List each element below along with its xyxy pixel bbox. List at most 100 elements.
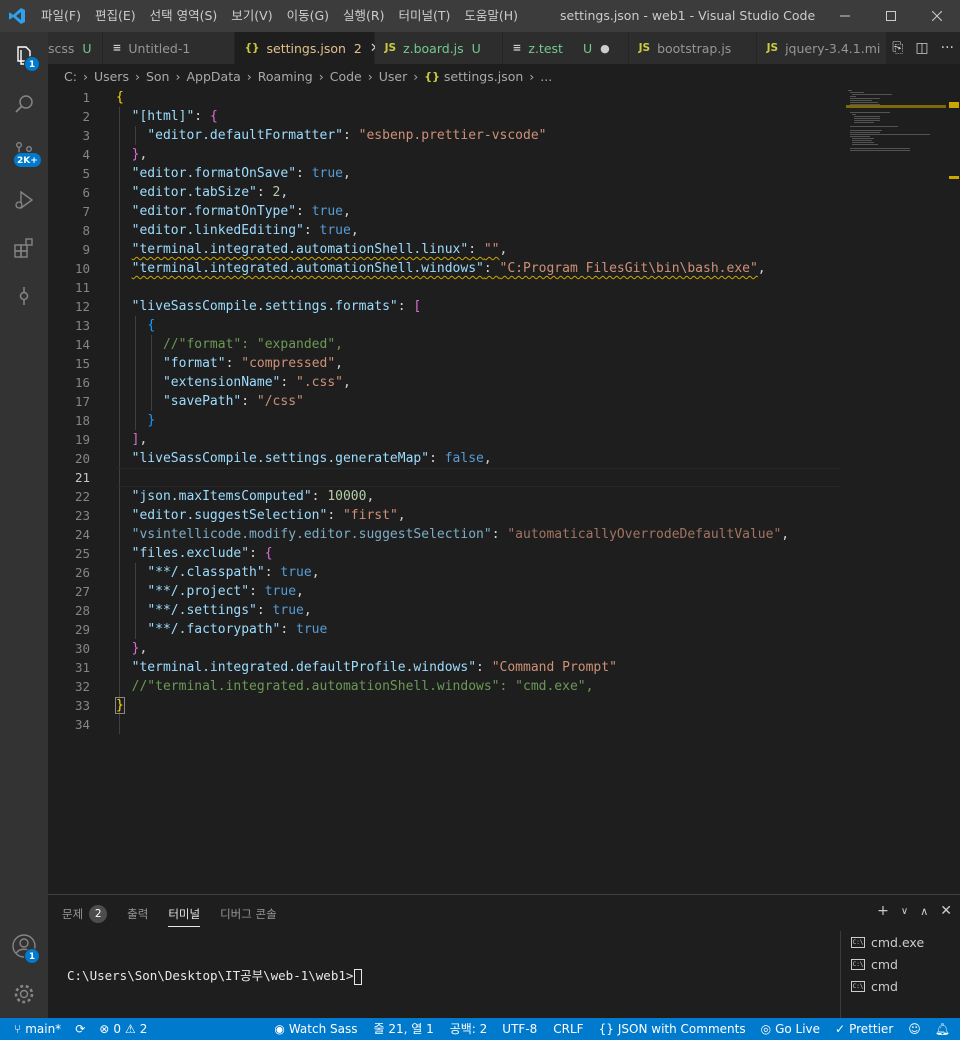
menu-go[interactable]: 이동(G) [280,0,336,32]
breadcrumb-item[interactable]: Users [94,69,129,84]
tab-problems[interactable]: 문제 2 [62,895,108,933]
tab-bootstrap-js[interactable]: JS bootstrap.js [628,32,757,64]
minimize-icon[interactable] [822,0,868,32]
menu-help[interactable]: 도움말(H) [457,0,525,32]
git-graph-icon[interactable] [0,272,48,320]
new-terminal-plus-icon[interactable]: + [877,903,889,921]
code-line: ], [131,432,148,447]
menu-terminal[interactable]: 터미널(T) [392,0,458,32]
menu-edit[interactable]: 편집(E) [88,0,143,32]
tab-z-test[interactable]: ≡ z.test U ● [502,32,629,64]
line-number: 18 [74,413,90,428]
warning-count: 2 [139,1022,148,1036]
tab-label: Untitled-1 [128,40,191,56]
menu-run[interactable]: 실행(R) [336,0,391,32]
explorer-icon[interactable]: 1 [0,32,48,80]
terminal-item[interactable]: C:\ cmd [841,975,960,997]
tab-scss[interactable]: scss U [48,32,103,64]
breadcrumb-item[interactable]: User [379,69,408,84]
minimap[interactable] [846,88,946,158]
breadcrumb-item[interactable]: Code [330,69,362,84]
breadcrumb-file[interactable]: settings.json [444,69,523,84]
tab-z-board-js[interactable]: JS z.board.js U [374,32,503,64]
manage-gear-icon[interactable] [0,970,48,1018]
language-mode[interactable]: {} JSON with Comments [592,1018,753,1040]
tab-output[interactable]: 출력 [127,895,148,933]
line-number: 15 [74,356,90,371]
terminal-name: cmd.exe [871,934,925,950]
line-number: 11 [74,280,90,295]
encoding[interactable]: UTF-8 [494,1018,545,1040]
close-window-icon[interactable] [914,0,960,32]
more-actions-icon[interactable]: ··· [941,40,954,56]
code-line: } [115,697,125,714]
menu-file[interactable]: 파일(F) [34,0,88,32]
cursor-position[interactable]: 줄 21, 열 1 [364,1018,442,1040]
code-line: "terminal.integrated.automationShell.win… [131,261,766,276]
tab-label: bootstrap.js [657,40,732,56]
tab-label: scss [48,40,75,56]
title-bar: 파일(F) 편집(E) 선택 영역(S) 보기(V) 이동(G) 실행(R) 터… [0,0,960,32]
tab-jquery[interactable]: JS jquery-3.4.1.mi [756,32,897,64]
chevron-right-icon: › [529,68,535,84]
search-icon[interactable] [0,80,48,128]
language-label: JSON with Comments [617,1022,746,1036]
sync-icon[interactable]: ⟳ [68,1018,92,1040]
code-editor[interactable]: 1 2 3 4 5 6 7 8 9 10 11 12 13 14 15 16 17 18 19 20 21 22 23 24 2… [48,88,960,894]
line-number: 23 [74,508,90,523]
feedback-icon[interactable]: ☺ [900,1018,929,1040]
prettier-status[interactable]: ✓ Prettier [828,1018,900,1040]
breadcrumb-item[interactable]: AppData [186,69,240,84]
indentation[interactable]: 공백: 2 [443,1018,495,1040]
source-control-icon[interactable]: 2K+ [0,128,48,176]
terminal-item[interactable]: C:\ cmd.exe [841,931,960,953]
code-line: "liveSassCompile.settings.formats": [ [131,299,422,314]
terminal-output[interactable]: C:\Users\Son\Desktop\IT공부\web-1\web1> [67,965,363,985]
breadcrumb-item[interactable]: Son [146,69,170,84]
terminal-item[interactable]: C:\ cmd [841,953,960,975]
tab-untitled-1[interactable]: ≡ Untitled-1 [102,32,235,64]
breadcrumb: C: › Users › Son › AppData › Roaming › Code › … [48,64,960,88]
tab-terminal[interactable]: 터미널 [168,895,200,933]
breadcrumb-more[interactable]: ... [540,69,552,84]
maximize-panel-chevron-up-icon[interactable]: ∧ [920,903,928,921]
tab-debug-console[interactable]: 디버그 콘솔 [220,895,277,933]
menu-view[interactable]: 보기(V) [224,0,279,32]
code-line: "editor.formatOnSave": true, [131,166,351,181]
unsaved-dot-icon[interactable]: ● [600,42,610,55]
open-settings-json-icon[interactable]: ⎘ [892,40,903,56]
terminal-prompt: C:\Users\Son\Desktop\IT공부\web-1\web1> [67,968,354,983]
close-panel-icon[interactable]: ✕ [940,903,952,921]
split-editor-icon[interactable]: ◫ [915,40,928,56]
notifications-bell-icon[interactable]: 🔔︎ [929,1018,960,1040]
branch-status[interactable]: ⑂ main* [0,1018,68,1040]
terminal-list: C:\ cmd.exe C:\ cmd C:\ cmd [840,931,960,1019]
code-line: "editor.formatOnType": true, [131,204,351,219]
problems-status[interactable]: ⊗ 0 ⚠ 2 [92,1018,154,1040]
end-of-line[interactable]: CRLF [545,1018,591,1040]
code-line: { [147,318,156,333]
editor-scrollbar[interactable] [946,88,960,894]
watch-sass-button[interactable]: ◉ Watch Sass [267,1018,364,1040]
accounts-icon[interactable]: 1 [0,922,48,970]
terminal-icon: C:\ [851,958,865,970]
go-live-button[interactable]: ◎ Go Live [753,1018,828,1040]
braces-icon: {} [598,1022,614,1036]
code-area[interactable]: { "[html]": { "editor.defaultFormatter":… [115,88,840,734]
bottom-panel: 문제 2 출력 터미널 디버그 콘솔 + ∨ ∧ ✕ C:\Users\Son\… [48,894,960,1019]
line-number: 2 [82,109,90,124]
line-number: 7 [82,204,90,219]
extensions-icon[interactable] [0,224,48,272]
tab-label: settings.json [266,40,346,56]
terminal-icon: C:\ [851,936,865,948]
menu-selection[interactable]: 선택 영역(S) [143,0,225,32]
tab-settings-json[interactable]: {} settings.json 2 ✕ [234,32,381,64]
eye-icon: ◉ [274,1022,285,1036]
breadcrumb-item[interactable]: Roaming [258,69,313,84]
chevron-down-icon[interactable]: ∨ [901,903,908,921]
window-controls [822,0,960,32]
maximize-icon[interactable] [868,0,914,32]
run-debug-icon[interactable] [0,176,48,224]
breadcrumb-item[interactable]: C: [64,69,77,84]
